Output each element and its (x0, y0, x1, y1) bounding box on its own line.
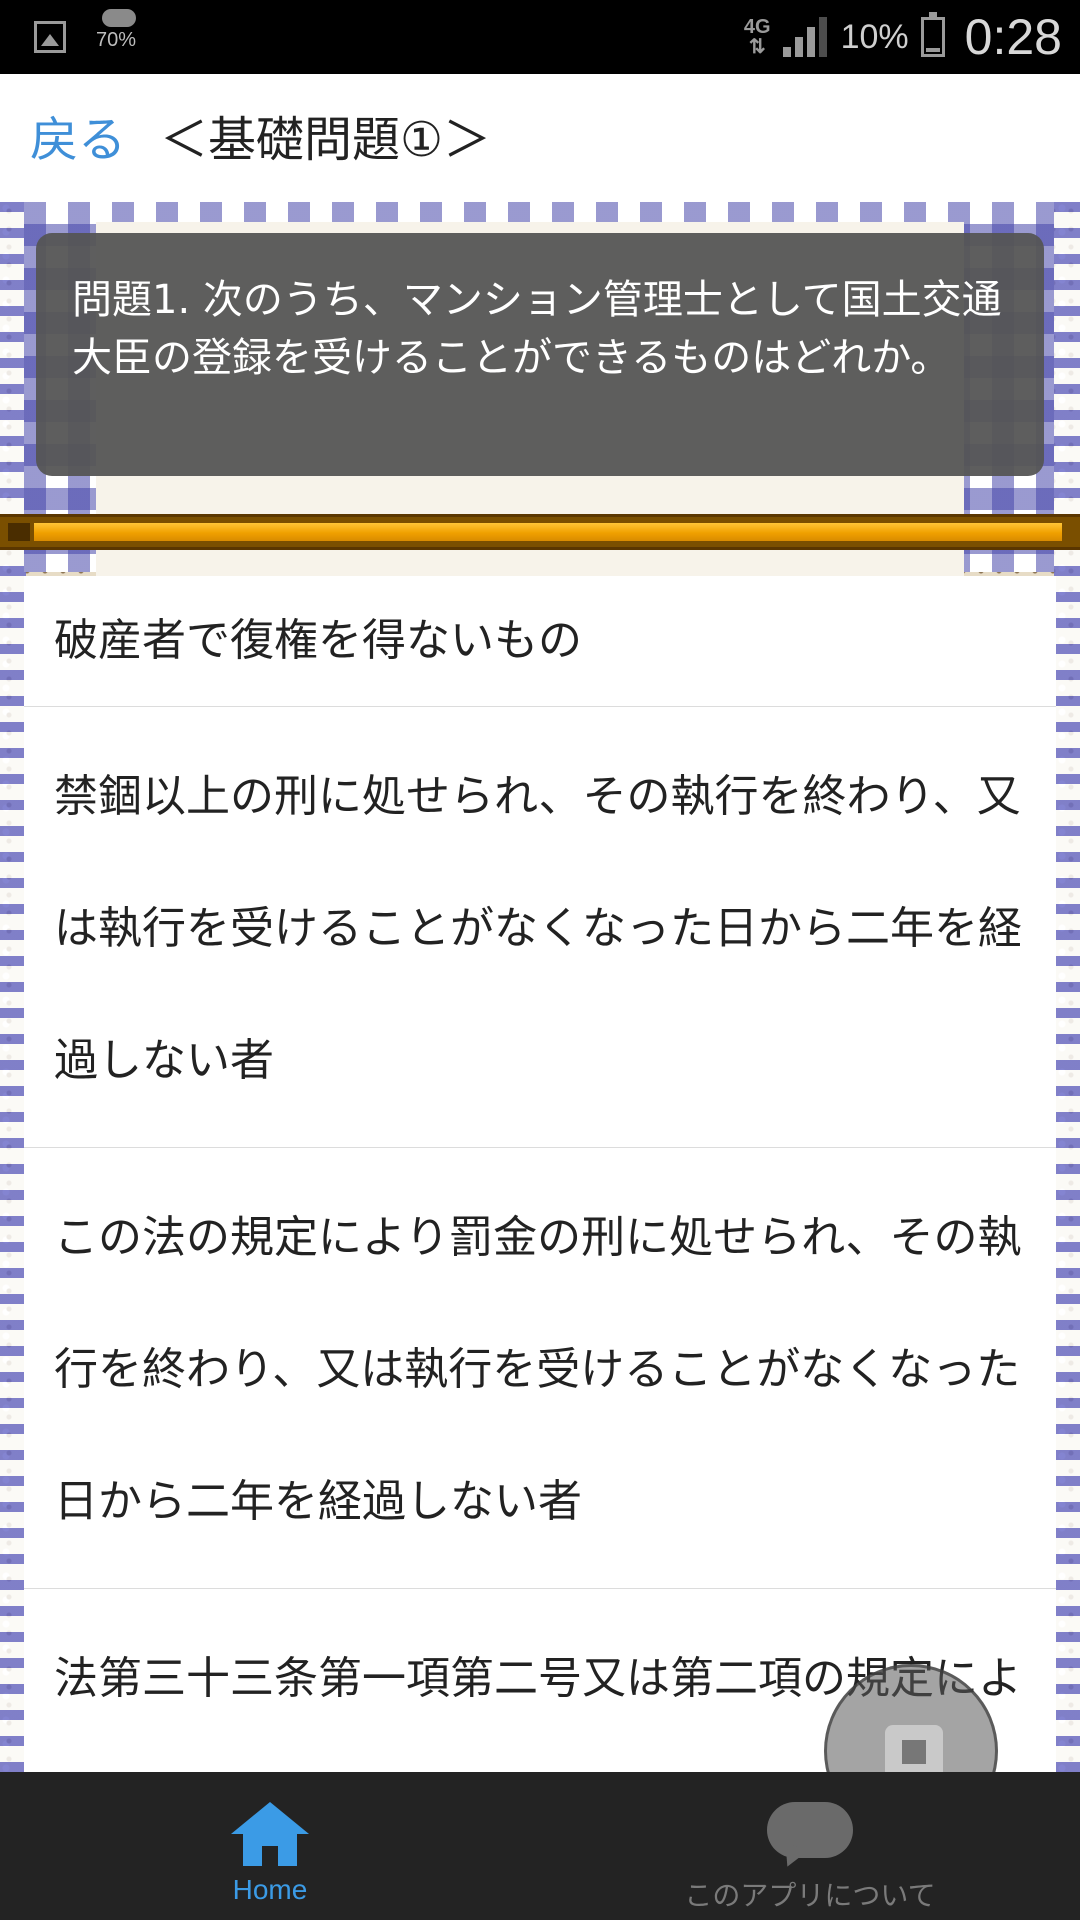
answer-option-3[interactable]: この法の規定により罰金の刑に処せられ、その執行を終わり、又は執行を受けることがな… (24, 1148, 1056, 1589)
question-text: 問題1. 次のうち、マンション管理士として国土交通大臣の登録を受けることができる… (72, 277, 1002, 381)
network-type: 4G (743, 16, 771, 38)
battery-icon (920, 12, 945, 57)
humidity-text: 70% (96, 29, 137, 51)
status-left: 70% (34, 0, 156, 74)
stop-icon (885, 1725, 943, 1779)
data-arrows-icon: ⇅ (748, 36, 766, 58)
clock: 0:28 (964, 9, 1062, 65)
nav-home[interactable]: Home (190, 1802, 350, 1912)
bottom-navigation: Home このアプリについて (0, 1772, 1080, 1920)
right-border-decoration (1054, 202, 1080, 1772)
answer-list: 破産者で復権を得ないもの 禁錮以上の刑に処せられ、その執行を終わり、又は執行を受… (24, 576, 1056, 1772)
page-title: ＜基礎問題①＞ (160, 112, 492, 168)
question-box: 問題1. 次のうち、マンション管理士として国土交通大臣の登録を受けることができる… (36, 233, 1044, 476)
status-bar: 70% 4G ⇅ 10% 0:28 (0, 0, 1080, 74)
nav-home-label: Home (232, 1874, 308, 1905)
cloud-icon (102, 9, 136, 27)
gallery-icon (34, 21, 66, 53)
left-border-decoration (0, 202, 26, 1772)
nav-about[interactable]: このアプリについて (660, 1802, 960, 1912)
app-header: 戻る ＜基礎問題①＞ (0, 74, 1080, 202)
progress-knob (8, 523, 30, 541)
progress-bar (0, 514, 1080, 550)
home-icon (231, 1802, 309, 1866)
network-icon: 4G ⇅ (744, 17, 771, 57)
signal-icon (782, 17, 829, 57)
chat-bubble-icon (767, 1802, 853, 1872)
battery-percent: 10% (840, 17, 909, 56)
nav-about-label: このアプリについて (684, 1879, 936, 1912)
answer-option-2[interactable]: 禁錮以上の刑に処せられ、その執行を終わり、又は執行を受けることがなくなった日から… (24, 707, 1056, 1148)
status-right: 4G ⇅ 10% 0:28 (744, 0, 1062, 74)
weather-icon: 70% (96, 9, 156, 65)
answer-option-1[interactable]: 破産者で復権を得ないもの (24, 576, 1056, 707)
progress-fill (34, 523, 1062, 541)
back-button[interactable]: 戻る (30, 100, 126, 170)
